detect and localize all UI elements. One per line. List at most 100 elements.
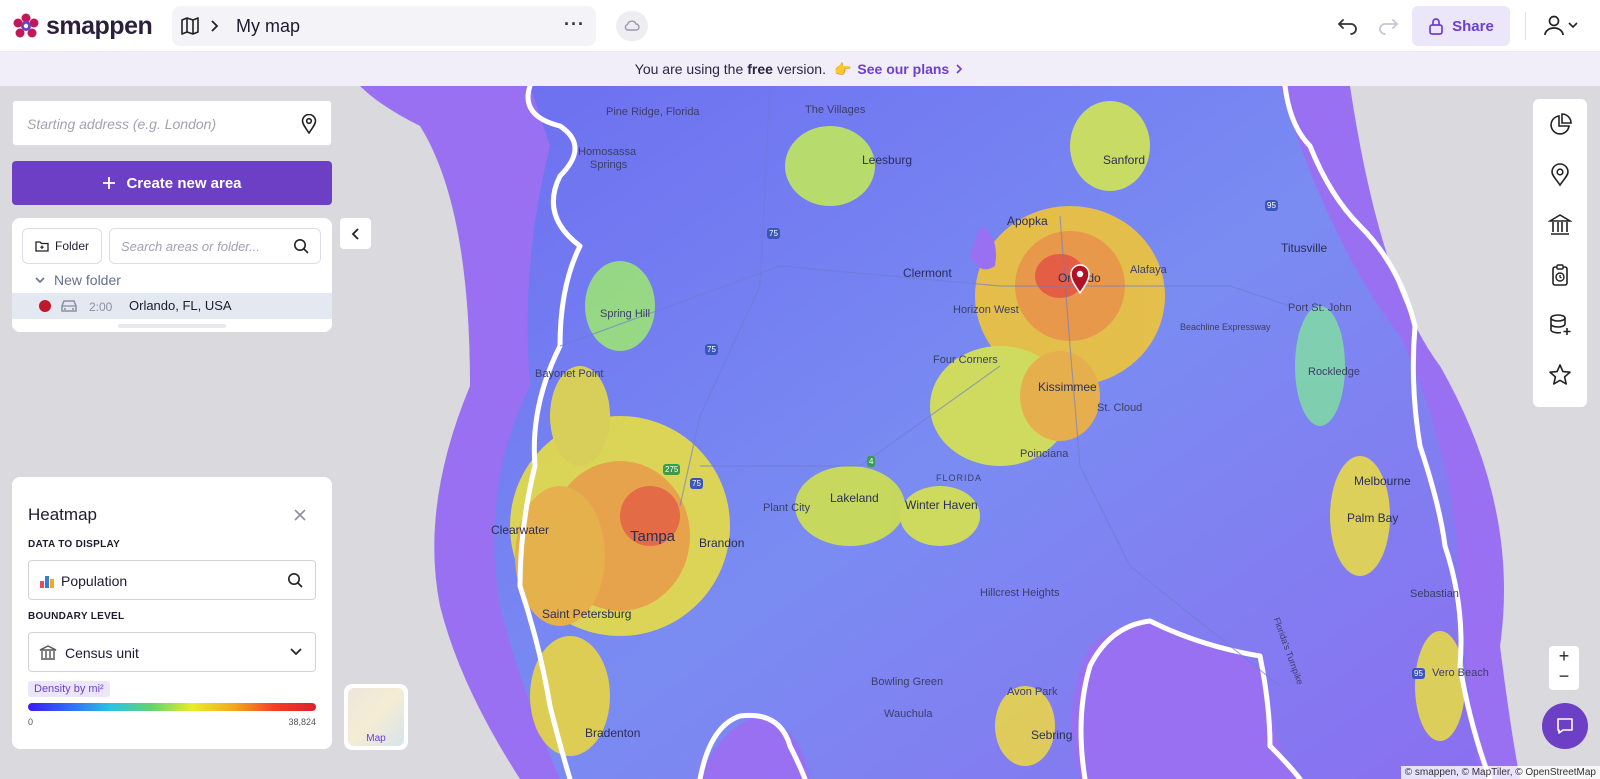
- location-marker-icon[interactable]: [1069, 264, 1091, 294]
- chat-button[interactable]: [1542, 703, 1588, 749]
- label-poinciana: Poinciana: [1020, 448, 1069, 460]
- label-bradenton: Bradenton: [585, 726, 641, 740]
- highway-shield: 75: [705, 344, 718, 355]
- label-horizon-west: Horizon West: [953, 304, 1019, 316]
- bar-chart-icon: [40, 576, 54, 588]
- label-port-st-john: Port St. John: [1288, 302, 1352, 314]
- smappen-logo[interactable]: smappen: [12, 12, 153, 41]
- label-bowling-green: Bowling Green: [871, 676, 944, 688]
- clipboard-clock-icon[interactable]: [1548, 263, 1572, 287]
- label-clermont: Clermont: [903, 266, 952, 280]
- label-alafaya: Alafaya: [1130, 264, 1167, 276]
- label-hillcrest-heights: Hillcrest Heights: [980, 587, 1060, 599]
- user-menu[interactable]: [1543, 14, 1579, 36]
- boundary-level-label: BOUNDARY LEVEL: [28, 611, 125, 622]
- legend-min: 0: [28, 717, 34, 727]
- label-homosassa: Homosassa: [578, 146, 637, 158]
- label-palm-bay: Palm Bay: [1347, 511, 1399, 525]
- create-new-area-button[interactable]: Create new area: [12, 161, 332, 205]
- database-add-icon[interactable]: [1548, 313, 1572, 337]
- map-attribution[interactable]: © smappen, © MapTiler, © OpenStreetMap: [1400, 766, 1600, 779]
- label-avon-park: Avon Park: [1007, 686, 1058, 698]
- share-button[interactable]: Share: [1412, 6, 1510, 46]
- map-style-label: Map: [366, 733, 386, 744]
- free-version-banner: You are using the free version. 👉 See ou…: [0, 52, 1600, 86]
- starting-address-input[interactable]: Starting address (e.g. London): [12, 100, 332, 146]
- highway-shield: 275: [663, 464, 681, 475]
- label-clearwater: Clearwater: [491, 523, 550, 537]
- density-color-scale: [28, 703, 316, 711]
- label-beachline: Beachline Expressway: [1180, 322, 1271, 332]
- list-item-area[interactable]: 2:00 Orlando, FL, USA: [12, 293, 332, 319]
- zoom-out-button[interactable]: −: [1549, 666, 1579, 687]
- data-select[interactable]: Population: [28, 560, 316, 600]
- label-brandon: Brandon: [699, 536, 745, 550]
- location-pin-icon[interactable]: [301, 114, 317, 134]
- label-vero-beach: Vero Beach: [1432, 667, 1489, 679]
- car-icon: [61, 300, 77, 312]
- label-plant-city: Plant City: [763, 502, 811, 514]
- data-to-display-label: DATA TO DISPLAY: [28, 539, 121, 550]
- label-sebring: Sebring: [1031, 728, 1073, 742]
- label-leesburg: Leesburg: [862, 153, 913, 167]
- government-building-icon[interactable]: [1548, 213, 1572, 237]
- lock-icon: [1429, 18, 1443, 35]
- map-title[interactable]: My map: [236, 16, 300, 37]
- right-toolbar: [1533, 99, 1587, 407]
- pie-chart-icon[interactable]: [1548, 113, 1572, 137]
- top-bar: smappen My map ··· Share: [0, 0, 1600, 52]
- divider: [1525, 12, 1526, 40]
- boundary-value: Census unit: [65, 645, 139, 661]
- user-icon: [1544, 15, 1564, 36]
- label-sebastian: Sebastian: [1410, 588, 1459, 600]
- folder-row[interactable]: New folder: [34, 272, 121, 288]
- label-pine-ridge: Pine Ridge, Florida: [606, 106, 700, 118]
- area-color-dot[interactable]: [39, 300, 51, 312]
- label-rockledge: Rockledge: [1308, 366, 1360, 378]
- logo-flower-icon: [13, 13, 39, 37]
- map-style-switch[interactable]: Map: [344, 684, 408, 750]
- label-four-corners: Four Corners: [933, 354, 998, 366]
- search-icon: [294, 239, 309, 254]
- area-name: Orlando, FL, USA: [129, 298, 232, 313]
- redo-icon[interactable]: [1377, 14, 1399, 36]
- heatmap-title: Heatmap: [28, 505, 97, 524]
- chevron-right-icon[interactable]: [953, 63, 965, 75]
- legend-max: 38,824: [288, 717, 316, 727]
- search-placeholder: Search areas or folder...: [121, 239, 260, 254]
- highway-shield: 4: [867, 456, 876, 467]
- label-winter-haven: Winter Haven: [905, 498, 978, 512]
- undo-icon[interactable]: [1337, 14, 1359, 36]
- pointing-hand-icon: 👉: [833, 60, 852, 77]
- government-building-icon: [39, 645, 57, 660]
- map-title-box[interactable]: My map ···: [172, 6, 596, 46]
- star-icon[interactable]: [1548, 363, 1572, 387]
- list-scrollbar[interactable]: [118, 324, 226, 328]
- label-florida: FLORIDA: [936, 473, 983, 483]
- boundary-level-select[interactable]: Census unit: [28, 632, 316, 672]
- cloud-sync-icon: [624, 20, 640, 31]
- close-icon[interactable]: [292, 507, 308, 523]
- address-placeholder: Starting address (e.g. London): [27, 116, 217, 132]
- chevron-right-icon: [211, 20, 219, 32]
- highway-shield: 95: [1265, 200, 1278, 211]
- areas-panel: Folder Search areas or folder... New fol…: [12, 218, 332, 332]
- cloud-sync-button[interactable]: [616, 11, 648, 41]
- more-dots-icon[interactable]: ···: [564, 14, 585, 35]
- search-areas-input[interactable]: Search areas or folder...: [109, 228, 321, 264]
- banner-free: free: [747, 61, 773, 77]
- zoom-in-button[interactable]: +: [1549, 646, 1579, 667]
- new-folder-button[interactable]: Folder: [22, 228, 102, 264]
- label-springs: Springs: [590, 159, 628, 171]
- location-pin-icon[interactable]: [1548, 163, 1572, 187]
- see-plans-link[interactable]: See our plans: [857, 61, 949, 77]
- map-book-icon[interactable]: [180, 16, 200, 36]
- label-tampa: Tampa: [630, 528, 676, 545]
- label-titusville: Titusville: [1281, 241, 1328, 255]
- chevron-down-icon: [1568, 22, 1578, 29]
- collapse-panel-button[interactable]: [340, 218, 371, 249]
- logo-text: smappen: [46, 12, 153, 40]
- highway-shield: 95: [1412, 668, 1425, 679]
- chevron-down-icon[interactable]: [34, 274, 46, 286]
- highway-shield: 75: [690, 478, 703, 489]
